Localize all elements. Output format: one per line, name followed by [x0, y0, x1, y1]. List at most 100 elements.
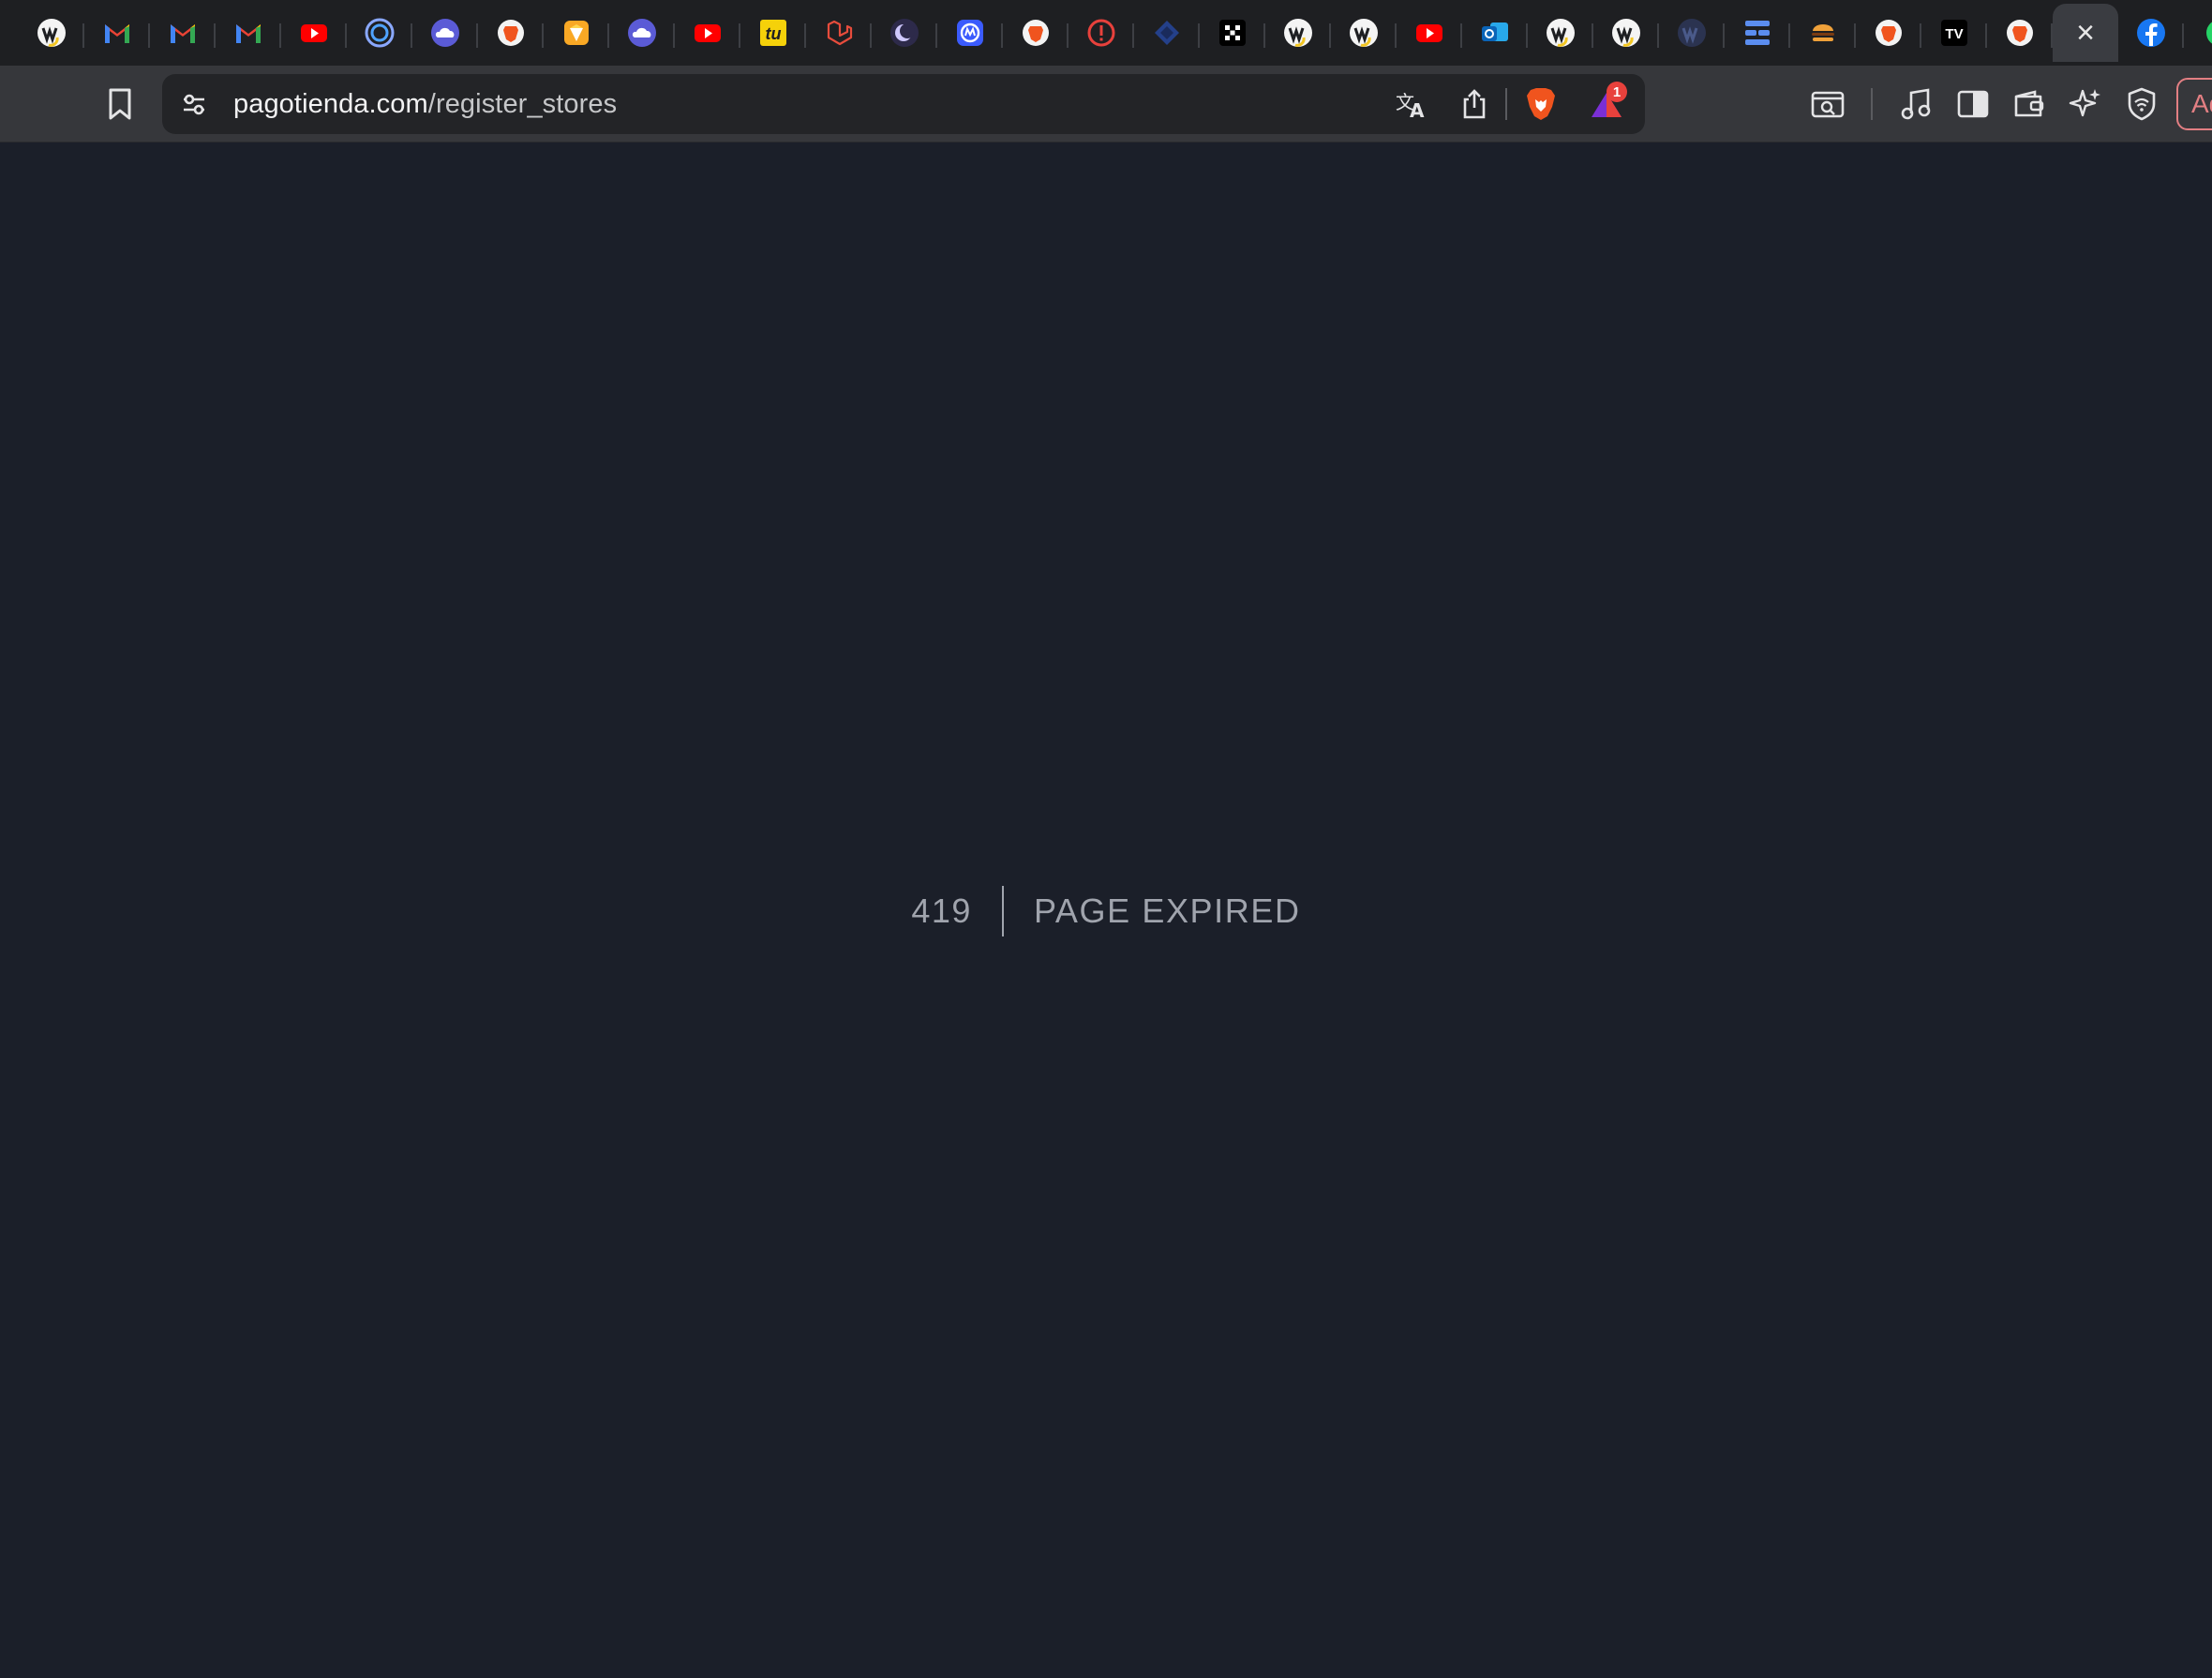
at-icon — [954, 17, 986, 49]
gmail-icon — [232, 17, 264, 49]
music-note-icon — [1901, 88, 1931, 120]
tab-cloud-1[interactable] — [412, 4, 478, 62]
tab-youtube-1[interactable] — [281, 4, 347, 62]
youtube-icon — [692, 17, 724, 49]
diamond-icon — [1151, 17, 1183, 49]
site-settings-button[interactable] — [172, 82, 217, 127]
sidebar-button[interactable] — [1950, 82, 1995, 127]
tab-gmail-3[interactable] — [216, 4, 281, 62]
tab-bars-1[interactable] — [1725, 4, 1790, 62]
tab-youtube-3[interactable] — [1397, 4, 1462, 62]
tab-w-logo-4[interactable] — [1528, 4, 1593, 62]
tab-moon-1[interactable] — [872, 4, 937, 62]
gmail-icon — [167, 17, 199, 49]
adblock-label: Ad — [2191, 89, 2212, 118]
error-container: 419 PAGE EXPIRED — [0, 142, 2212, 1678]
tradingview-icon: TV — [1938, 17, 1970, 49]
tab-strip: tu TV × 4 — [0, 0, 2212, 66]
tab-outlook-1[interactable] — [1462, 4, 1528, 62]
tab-gmail-1[interactable] — [84, 4, 150, 62]
wallet-button[interactable] — [2007, 82, 2052, 127]
error-message: PAGE EXPIRED — [1033, 891, 1301, 930]
share-button[interactable] — [1452, 82, 1497, 127]
svg-text:TV: TV — [1945, 26, 1963, 42]
tab-cloud-2[interactable] — [609, 4, 675, 62]
address-bar[interactable]: pagotienda.com/register_stores 文 A 1 — [162, 74, 1645, 134]
w-logo-dark-icon — [1676, 17, 1708, 49]
brave-shields-button[interactable] — [1518, 82, 1563, 127]
tab-brave-3[interactable] — [1856, 4, 1921, 62]
tab-youtube-2[interactable] — [675, 4, 740, 62]
translate-icon: 文 A — [1396, 91, 1425, 120]
wallet-icon — [2014, 90, 2044, 117]
tab-brave-4[interactable] — [1987, 4, 2053, 62]
tab-alert-1[interactable] — [1069, 4, 1134, 62]
moon-icon — [889, 17, 920, 49]
bookmark-button[interactable] — [97, 82, 142, 127]
burger-icon — [1807, 17, 1839, 49]
notification-badge: 1 — [1607, 82, 1627, 102]
sketch-icon — [560, 17, 592, 49]
tab-brave-1[interactable] — [478, 4, 544, 62]
alert-icon — [1085, 17, 1117, 49]
facebook-icon — [2135, 17, 2167, 49]
bars-icon — [1741, 17, 1773, 49]
tab-gmail-2[interactable] — [150, 4, 216, 62]
tab-tradingview-1[interactable]: TV — [1921, 4, 1987, 62]
tab-facebook-1[interactable] — [2118, 4, 2184, 62]
tab-checker-1[interactable] — [1200, 4, 1265, 62]
leo-ai-button[interactable] — [2063, 82, 2108, 127]
adblock-extension-button[interactable]: Ad — [2176, 78, 2212, 130]
tab-whatsapp-1[interactable]: 4 — [2184, 4, 2212, 62]
toolbar-separator — [1871, 88, 1873, 120]
brave-lion-icon — [1527, 88, 1555, 120]
url-text[interactable]: pagotienda.com/register_stores — [233, 74, 617, 134]
whatsapp-icon: 4 — [2201, 17, 2212, 49]
tab-burger-1[interactable] — [1790, 4, 1856, 62]
vpn-shield-icon — [2128, 87, 2156, 121]
youtube-icon — [298, 17, 330, 49]
tab-w-logo-5[interactable] — [1593, 4, 1659, 62]
tab-sketch-1[interactable] — [544, 4, 609, 62]
url-host: pagotienda.com — [233, 89, 428, 119]
tab-at-1[interactable] — [937, 4, 1003, 62]
brave-rewards-button[interactable]: 1 — [1584, 82, 1629, 127]
tu-icon: tu — [757, 17, 789, 49]
url-path: /register_stores — [427, 89, 618, 119]
brave-icon — [1873, 17, 1905, 49]
translate-button[interactable]: 文 A — [1389, 82, 1434, 127]
tab-diamond-1[interactable] — [1134, 4, 1200, 62]
w-logo-icon — [1282, 17, 1314, 49]
tab-w-logo-1[interactable] — [19, 4, 84, 62]
gmail-icon — [101, 17, 133, 49]
tab-w-logo-2[interactable] — [1265, 4, 1331, 62]
media-button[interactable] — [1893, 82, 1938, 127]
tab-search-icon — [1811, 91, 1845, 118]
site-settings-icon — [184, 94, 204, 115]
tab-search-button[interactable] — [1805, 82, 1850, 127]
close-icon[interactable]: × — [2076, 17, 2095, 49]
ring-icon — [364, 17, 396, 49]
error-code: 419 — [911, 891, 972, 930]
omnibox-separator — [1505, 88, 1507, 120]
error-message-row: 419 PAGE EXPIRED — [911, 886, 1300, 936]
sparkle-icon — [2069, 89, 2100, 117]
tab-laravel-1[interactable] — [806, 4, 872, 62]
tab-ring-1[interactable] — [347, 4, 412, 62]
sidebar-icon — [1957, 90, 1989, 118]
vpn-button[interactable] — [2119, 82, 2164, 127]
brave-icon — [495, 17, 527, 49]
browser-toolbar: pagotienda.com/register_stores 文 A 1 A — [0, 66, 2212, 142]
w-logo-icon — [1545, 17, 1577, 49]
tab-brave-2[interactable] — [1003, 4, 1069, 62]
tab-w-logo-dark-1[interactable] — [1659, 4, 1725, 62]
tab-w-logo-3[interactable] — [1331, 4, 1397, 62]
tab-tu-1[interactable]: tu — [740, 4, 806, 62]
outlook-icon — [1479, 17, 1511, 49]
brave-icon — [1020, 17, 1052, 49]
cloud-icon — [626, 17, 658, 49]
tab-active-close[interactable]: × — [2053, 4, 2118, 62]
w-logo-icon — [36, 17, 67, 49]
checker-icon — [1217, 17, 1248, 49]
svg-text:tu: tu — [766, 24, 782, 43]
